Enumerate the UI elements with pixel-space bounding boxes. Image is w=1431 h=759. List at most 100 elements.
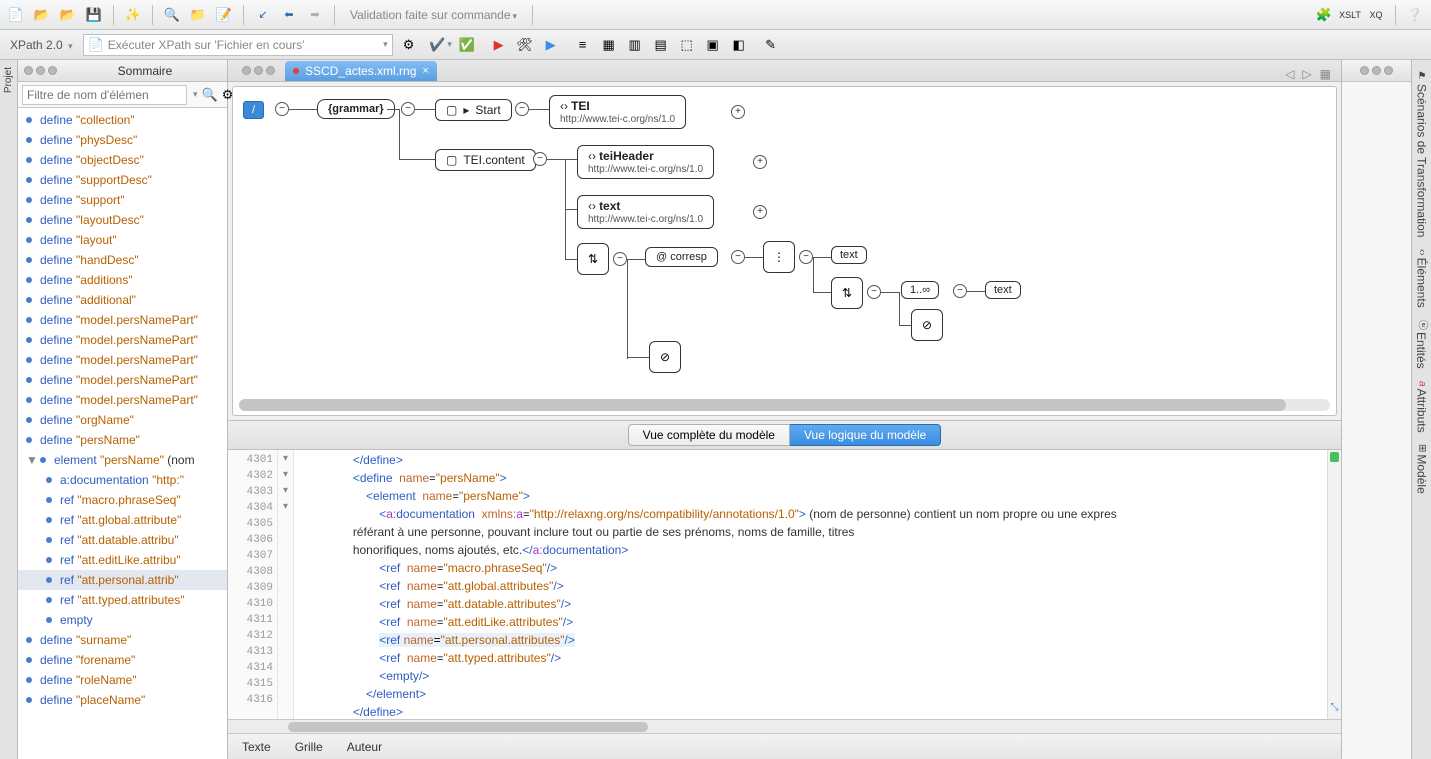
tool-a-icon[interactable]: ▦: [599, 35, 619, 55]
outline-item[interactable]: define "layoutDesc": [18, 210, 227, 230]
outline-item[interactable]: define "persName": [18, 430, 227, 450]
diagram-text-node[interactable]: ‹› text http://www.tei-c.org/ns/1.0: [577, 195, 714, 229]
left-tab-project[interactable]: Projet: [3, 64, 14, 96]
diagram-interleave-box[interactable]: ⇅: [577, 243, 609, 275]
diagram-list-box[interactable]: ⋮: [763, 241, 795, 273]
min-dot-icon[interactable]: [1372, 66, 1381, 75]
outline-filter-input[interactable]: [22, 85, 187, 105]
find-in-files-icon[interactable]: 📁: [188, 5, 208, 25]
filter-dropdown-icon[interactable]: ▾: [193, 89, 198, 100]
outline-item[interactable]: ref "macro.phraseSeq": [18, 490, 227, 510]
code-editor[interactable]: </define> <define name="persName"> <elem…: [294, 450, 1327, 719]
outline-item[interactable]: define "model.persNamePart": [18, 370, 227, 390]
collapse-toggle-icon[interactable]: −: [867, 285, 881, 299]
save-icon[interactable]: 💾: [84, 5, 104, 25]
open-icon[interactable]: 📂: [32, 5, 52, 25]
fold-gutter[interactable]: ▾ ▾ ▾ ▾: [278, 450, 294, 719]
new-doc-icon[interactable]: 📄: [6, 5, 26, 25]
close-dot-icon[interactable]: [1360, 66, 1369, 75]
diagram-empty-box2[interactable]: ⊘: [649, 341, 681, 373]
collapse-toggle-icon[interactable]: −: [533, 152, 547, 166]
close-dot-icon[interactable]: [24, 66, 33, 75]
right-tab-model[interactable]: ⊞Modèle: [1412, 439, 1431, 499]
tool-b-icon[interactable]: ▥: [625, 35, 645, 55]
xpath-input[interactable]: 📄 Exécuter XPath sur 'Fichier en cours' …: [83, 34, 393, 56]
tab-prev-icon[interactable]: ◁: [1285, 67, 1294, 81]
close-tab-icon[interactable]: ×: [422, 65, 428, 77]
view-logic-button[interactable]: Vue logique du modèle: [790, 424, 941, 446]
xpath-version-dropdown[interactable]: XPath 2.0 ▾: [6, 38, 77, 52]
transform-config-icon[interactable]: 🛠: [515, 35, 535, 55]
nav-forward-icon[interactable]: ➡: [305, 5, 325, 25]
right-tab-elements[interactable]: ‹›Éléments: [1412, 244, 1431, 313]
collapse-toggle-icon[interactable]: −: [731, 250, 745, 264]
min-dot-icon[interactable]: [254, 66, 263, 75]
right-tab-attributes[interactable]: aAttributs: [1412, 376, 1431, 438]
diagram-text-token[interactable]: text: [831, 246, 867, 264]
zoom-dot-icon[interactable]: [266, 66, 275, 75]
outline-item[interactable]: define "handDesc": [18, 250, 227, 270]
validation-mode-dropdown[interactable]: Validation faite sur commande▾: [344, 8, 523, 22]
outline-item[interactable]: define "model.persNamePart": [18, 310, 227, 330]
diagram-text-token2[interactable]: text: [985, 281, 1021, 299]
collapse-toggle-icon[interactable]: −: [515, 102, 529, 116]
external-tool-icon[interactable]: 🧩: [1314, 5, 1334, 25]
outline-item[interactable]: ref "att.personal.attrib": [18, 570, 227, 590]
outline-item[interactable]: define "model.persNamePart": [18, 350, 227, 370]
replace-icon[interactable]: 📝: [214, 5, 234, 25]
outline-item[interactable]: a:documentation "http:": [18, 470, 227, 490]
nav-back-icon[interactable]: ⬅: [279, 5, 299, 25]
outline-item[interactable]: ▼element "persName" (nom: [18, 450, 227, 470]
outline-tree[interactable]: define "collection"define "physDesc"defi…: [18, 108, 227, 759]
outline-item[interactable]: ref "att.typed.attributes": [18, 590, 227, 610]
transform-icon[interactable]: ▶: [489, 35, 509, 55]
right-tab-entities[interactable]: ⓔEntités: [1411, 315, 1431, 374]
zoom-icon[interactable]: 🔍: [162, 5, 182, 25]
file-tab[interactable]: SSCD_actes.xml.rng ×: [285, 61, 437, 81]
tab-list-icon[interactable]: ▦: [1320, 67, 1331, 81]
outline-item[interactable]: define "support": [18, 190, 227, 210]
outline-item[interactable]: ref "att.editLike.attribu": [18, 550, 227, 570]
tool-e-icon[interactable]: ▣: [703, 35, 723, 55]
outline-item[interactable]: define "supportDesc": [18, 170, 227, 190]
code-h-scrollbar[interactable]: [228, 719, 1341, 733]
collapse-toggle-icon[interactable]: −: [401, 102, 415, 116]
format-indent-icon[interactable]: ≡: [573, 35, 593, 55]
outline-item[interactable]: define "physDesc": [18, 130, 227, 150]
collapse-toggle-icon[interactable]: −: [953, 284, 967, 298]
open-recent-icon[interactable]: 📂: [58, 5, 78, 25]
zoom-dot-icon[interactable]: [48, 66, 57, 75]
outline-item[interactable]: define "forename": [18, 650, 227, 670]
diagram-tei-content-node[interactable]: ▢ TEI.content: [435, 149, 536, 171]
collapse-toggle-icon[interactable]: −: [613, 252, 627, 266]
wizard-icon[interactable]: ✨: [123, 5, 143, 25]
outline-item[interactable]: define "additions": [18, 270, 227, 290]
diagram-grammar-node[interactable]: {grammar}: [317, 99, 395, 119]
debug-icon[interactable]: ▶: [541, 35, 561, 55]
outline-item[interactable]: define "roleName": [18, 670, 227, 690]
collapse-toggle-icon[interactable]: −: [275, 102, 289, 116]
filter-search-icon[interactable]: 🔍: [202, 87, 218, 103]
outline-item[interactable]: define "placeName": [18, 690, 227, 710]
expand-toggle-icon[interactable]: +: [731, 105, 745, 119]
check-wf-icon[interactable]: ✅: [457, 35, 477, 55]
jump-icon[interactable]: ⤡: [1329, 702, 1340, 713]
tab-next-icon[interactable]: ▷: [1302, 67, 1311, 81]
outline-item[interactable]: define "additional": [18, 290, 227, 310]
mode-author-button[interactable]: Auteur: [347, 740, 382, 754]
min-dot-icon[interactable]: [36, 66, 45, 75]
diagram-corresp-attr[interactable]: @ corresp: [645, 247, 718, 267]
marker-strip[interactable]: ⤡: [1327, 450, 1341, 719]
diagram-tei-node[interactable]: ‹› TEI http://www.tei-c.org/ns/1.0: [549, 95, 686, 129]
diagram-start-node[interactable]: ▢▸ Start: [435, 99, 512, 121]
outline-item[interactable]: ref "att.global.attribute": [18, 510, 227, 530]
help-icon[interactable]: ❔: [1405, 5, 1425, 25]
expand-toggle-icon[interactable]: +: [753, 205, 767, 219]
mode-grid-button[interactable]: Grille: [295, 740, 323, 754]
diagram-root-node[interactable]: /: [243, 101, 264, 119]
outline-item[interactable]: define "model.persNamePart": [18, 330, 227, 350]
tool-c-icon[interactable]: ▤: [651, 35, 671, 55]
xslt-debugger-icon[interactable]: XSLT: [1340, 5, 1360, 25]
diagram-empty-box[interactable]: ⊘: [911, 309, 943, 341]
xpath-options-icon[interactable]: ⚙: [399, 35, 419, 55]
